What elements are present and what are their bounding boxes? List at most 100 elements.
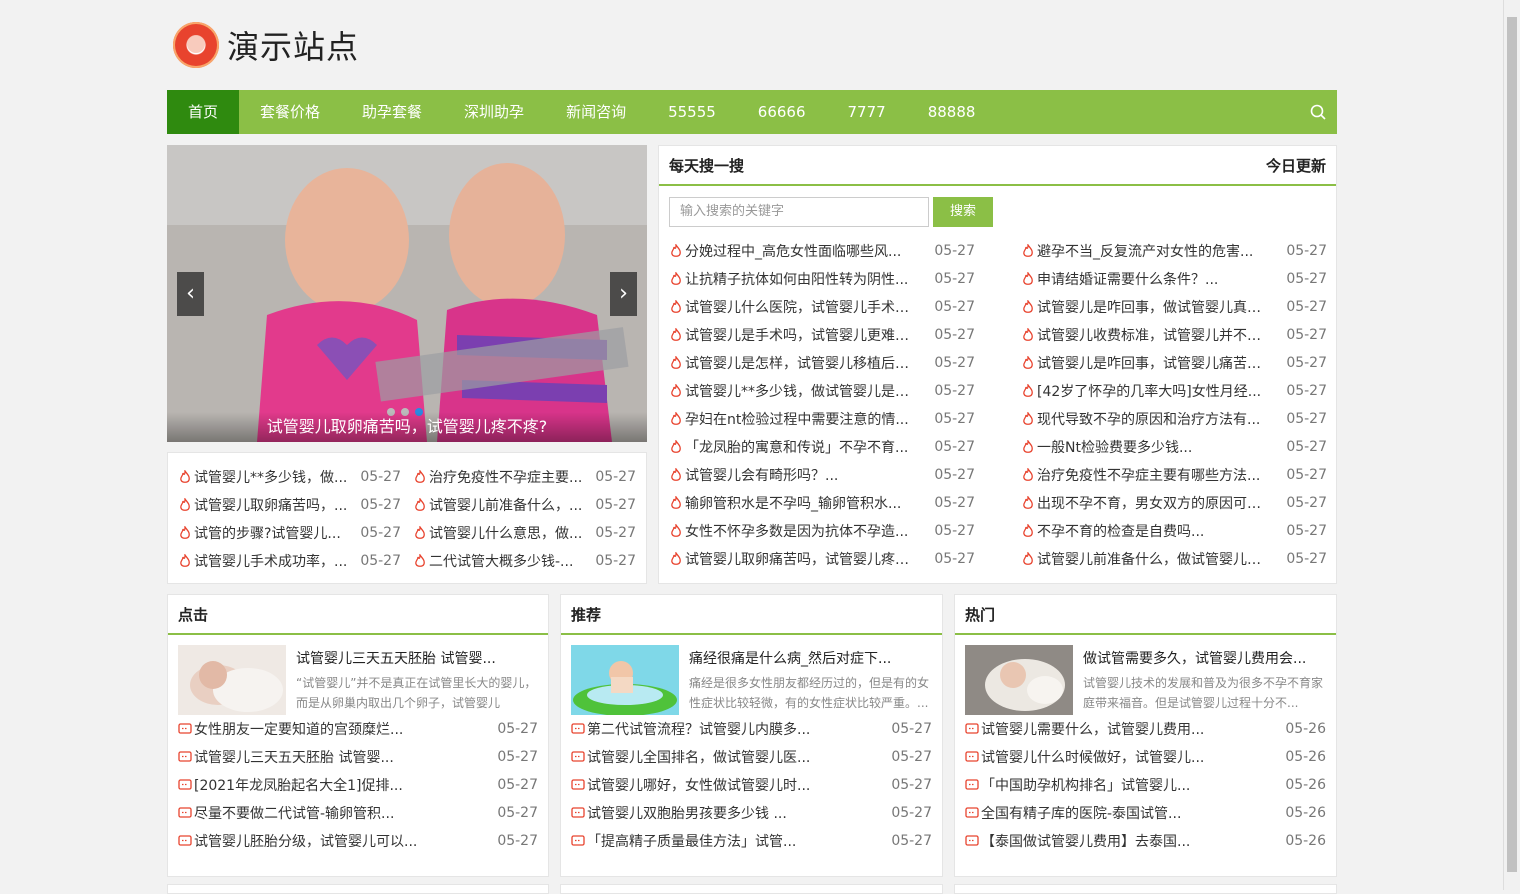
news-item[interactable]: 避孕不当_反复流产对女性的危害... 05-27 xyxy=(1021,237,1327,265)
news-item[interactable]: 试管婴儿三天五天胚胎 试管婴... 05-27 xyxy=(178,743,538,771)
news-title[interactable]: 试管婴儿需要什么，试管婴儿费用... xyxy=(981,719,1273,739)
news-title[interactable]: 试管婴儿手术成功率，... xyxy=(194,551,348,571)
news-title[interactable]: 女性朋友一定要知道的宫颈糜烂... xyxy=(194,719,485,739)
news-item[interactable]: 申请结婚证需要什么条件？... 05-27 xyxy=(1021,265,1327,293)
news-item[interactable]: 治疗免疫性不孕症主要... 05-27 xyxy=(413,463,636,491)
news-title[interactable]: 试管婴儿什么意思，做... xyxy=(429,523,583,543)
news-title[interactable]: 试管的步骤?试管婴儿... xyxy=(194,523,348,543)
news-title[interactable]: 出现不孕不育，男女双方的原因可能... xyxy=(1037,493,1274,513)
nav-item[interactable]: 新闻咨询 xyxy=(545,90,647,134)
news-title[interactable]: 分娩过程中_高危女性面临哪些风... xyxy=(685,241,922,261)
news-item[interactable]: 试管的步骤?试管婴儿... 05-27 xyxy=(178,519,401,547)
news-title[interactable]: 试管婴儿是手术吗，试管婴儿更难敷... xyxy=(685,325,922,345)
news-title[interactable]: 试管婴儿收费标准，试管婴儿并不可... xyxy=(1037,325,1274,345)
news-item[interactable]: 现代导致不孕的原因和治疗方法有... 05-27 xyxy=(1021,405,1327,433)
news-item[interactable]: 试管婴儿收费标准，试管婴儿并不可... 05-27 xyxy=(1021,321,1327,349)
nav-item[interactable]: 首页 xyxy=(167,90,240,134)
news-title[interactable]: 「中国助孕机构排名」试管婴儿... xyxy=(981,775,1273,795)
scrollbar-thumb[interactable] xyxy=(1507,17,1517,872)
nav-item[interactable]: 助孕套餐 xyxy=(341,90,443,134)
news-title[interactable]: 试管婴儿双胞胎男孩要多少钱 ... xyxy=(587,803,879,823)
news-item[interactable]: 尽量不要做二代试管-输卵管积... 05-27 xyxy=(178,799,538,827)
slider-next-button[interactable]: › xyxy=(610,272,637,316)
news-title[interactable]: 申请结婚证需要什么条件？... xyxy=(1037,269,1274,289)
news-item[interactable]: 输卵管积水是不孕吗_输卵管积水... 05-27 xyxy=(669,489,975,517)
news-title[interactable]: 全国有精子库的医院-泰国试管... xyxy=(981,803,1273,823)
news-item[interactable]: 试管婴儿是咋回事，试管婴儿痛苦与... 05-27 xyxy=(1021,349,1327,377)
featured-thumbnail[interactable] xyxy=(178,645,286,715)
news-title[interactable]: 试管婴儿全国排名，做试管婴儿医... xyxy=(587,747,879,767)
featured-title[interactable]: 痛经很痛是什么病_然后对症下... xyxy=(689,645,932,673)
news-title[interactable]: 现代导致不孕的原因和治疗方法有... xyxy=(1037,409,1274,429)
news-item[interactable]: 不孕不育的检查是自费吗... 05-27 xyxy=(1021,517,1327,545)
news-title[interactable]: 一般Nt检验费要多少钱... xyxy=(1037,437,1274,457)
news-item[interactable]: 分娩过程中_高危女性面临哪些风... 05-27 xyxy=(669,237,975,265)
nav-item[interactable]: 88888 xyxy=(907,90,997,134)
news-item[interactable]: 试管婴儿是咋回事，做试管婴儿真的... 05-27 xyxy=(1021,293,1327,321)
news-item[interactable]: 试管婴儿什么意思，做... 05-27 xyxy=(413,519,636,547)
news-title[interactable]: 试管婴儿前准备什么，做试管婴儿有... xyxy=(1037,549,1274,569)
slider-prev-button[interactable]: ‹ xyxy=(177,272,204,316)
news-title[interactable]: 让抗精子抗体如何由阳性转为阴性... xyxy=(685,269,922,289)
column-title[interactable]: 点击 xyxy=(178,595,208,633)
featured-article[interactable]: 痛经很痛是什么病_然后对症下... 痛经是很多女性朋友都经历过的，但是有的女性症… xyxy=(561,635,942,715)
news-title[interactable]: 输卵管积水是不孕吗_输卵管积水... xyxy=(685,493,922,513)
news-title[interactable]: 试管婴儿**多少钱，做试管婴儿是不... xyxy=(685,381,922,401)
news-item[interactable]: 试管婴儿前准备什么，做试管婴儿有... 05-27 xyxy=(1021,545,1327,573)
nav-item[interactable]: 深圳助孕 xyxy=(443,90,545,134)
news-item[interactable]: 试管婴儿会有畸形吗？... 05-27 xyxy=(669,461,975,489)
news-title[interactable]: 试管婴儿三天五天胚胎 试管婴... xyxy=(194,747,485,767)
news-item[interactable]: 试管婴儿需要什么，试管婴儿费用... 05-26 xyxy=(965,715,1326,743)
news-item[interactable]: 试管婴儿什么时候做好，试管婴儿... 05-26 xyxy=(965,743,1326,771)
column-title[interactable]: 热门 xyxy=(965,595,995,633)
image-slider[interactable]: ‹ › 试管婴儿取卵痛苦吗，试管婴儿疼不疼? xyxy=(167,145,647,442)
news-item[interactable]: 试管婴儿双胞胎男孩要多少钱 ... 05-27 xyxy=(571,799,932,827)
news-title[interactable]: 试管婴儿胚胎分级，试管婴儿可以... xyxy=(194,831,485,851)
news-item[interactable]: 试管婴儿是怎样，试管婴儿移植后腹... 05-27 xyxy=(669,349,975,377)
news-item[interactable]: 女性不怀孕多数是因为抗体不孕造... 05-27 xyxy=(669,517,975,545)
news-title[interactable]: 孕妇在nt检验过程中需要注意的情... xyxy=(685,409,922,429)
news-item[interactable]: 治疗免疫性不孕症主要有哪些方法... 05-27 xyxy=(1021,461,1327,489)
news-item[interactable]: 第二代试管流程？试管婴儿内膜多... 05-27 xyxy=(571,715,932,743)
news-item[interactable]: [2021年龙凤胎起名大全1]促排... 05-27 xyxy=(178,771,538,799)
news-item[interactable]: 出现不孕不育，男女双方的原因可能... 05-27 xyxy=(1021,489,1327,517)
news-item[interactable]: 【泰国做试管婴儿费用】去泰国... 05-26 xyxy=(965,827,1326,855)
daily-update-label[interactable]: 今日更新 xyxy=(1266,146,1326,184)
featured-title[interactable]: 试管婴儿三天五天胚胎 试管婴... xyxy=(296,645,538,673)
news-item[interactable]: 二代试管大概多少钱-... 05-27 xyxy=(413,547,636,575)
news-item[interactable]: 试管婴儿手术成功率，... 05-27 xyxy=(178,547,401,575)
news-title[interactable]: 试管婴儿是咋回事，试管婴儿痛苦与... xyxy=(1037,353,1274,373)
news-title[interactable]: 「龙凤胎的寓意和传说」不孕不育... xyxy=(685,437,922,457)
news-item[interactable]: 一般Nt检验费要多少钱... 05-27 xyxy=(1021,433,1327,461)
news-item[interactable]: 试管婴儿胚胎分级，试管婴儿可以... 05-27 xyxy=(178,827,538,855)
featured-thumbnail[interactable] xyxy=(571,645,679,715)
news-item[interactable]: 试管婴儿**多少钱，做试管婴儿是不... 05-27 xyxy=(669,377,975,405)
column-title[interactable]: 推荐 xyxy=(571,595,601,633)
news-title[interactable]: 试管婴儿什么时候做好，试管婴儿... xyxy=(981,747,1273,767)
news-item[interactable]: 试管婴儿什么医院，试管婴儿手术总... 05-27 xyxy=(669,293,975,321)
search-input[interactable]: 输入搜索的关键字 xyxy=(669,197,929,227)
news-title[interactable]: 试管婴儿什么医院，试管婴儿手术总... xyxy=(685,297,922,317)
search-button[interactable]: 搜索 xyxy=(933,197,993,227)
news-item[interactable]: 试管婴儿是手术吗，试管婴儿更难敷... 05-27 xyxy=(669,321,975,349)
news-title[interactable]: 避孕不当_反复流产对女性的危害... xyxy=(1037,241,1274,261)
news-item[interactable]: 试管婴儿前准备什么，... 05-27 xyxy=(413,491,636,519)
news-item[interactable]: 试管婴儿全国排名，做试管婴儿医... 05-27 xyxy=(571,743,932,771)
news-title[interactable]: 试管婴儿前准备什么，... xyxy=(429,495,583,515)
news-title[interactable]: 尽量不要做二代试管-输卵管积... xyxy=(194,803,485,823)
nav-item[interactable]: 55555 xyxy=(647,90,737,134)
news-title[interactable]: 试管婴儿是怎样，试管婴儿移植后腹... xyxy=(685,353,922,373)
featured-article[interactable]: 试管婴儿三天五天胚胎 试管婴... “试管婴儿”并不是真正在试管里长大的婴儿，而… xyxy=(168,635,548,715)
news-item[interactable]: 「提高精子质量最佳方法」试管... 05-27 xyxy=(571,827,932,855)
news-item[interactable]: 「中国助孕机构排名」试管婴儿... 05-26 xyxy=(965,771,1326,799)
featured-article[interactable]: 做试管需要多久，试管婴儿费用会... 试管婴儿技术的发展和普及为很多不孕不育家庭… xyxy=(955,635,1336,715)
news-title[interactable]: 试管婴儿取卵痛苦吗，... xyxy=(194,495,348,515)
featured-thumbnail[interactable] xyxy=(965,645,1073,715)
nav-item[interactable]: 66666 xyxy=(737,90,827,134)
news-item[interactable]: 试管婴儿哪好，女性做试管婴儿时... 05-27 xyxy=(571,771,932,799)
news-item[interactable]: 试管婴儿取卵痛苦吗，试管婴儿疼不... 05-27 xyxy=(669,545,975,573)
news-title[interactable]: 试管婴儿是咋回事，做试管婴儿真的... xyxy=(1037,297,1274,317)
news-title[interactable]: [42岁了怀孕的几率大吗]女性月经... xyxy=(1037,381,1274,401)
news-title[interactable]: 不孕不育的检查是自费吗... xyxy=(1037,521,1274,541)
news-item[interactable]: 「龙凤胎的寓意和传说」不孕不育... 05-27 xyxy=(669,433,975,461)
